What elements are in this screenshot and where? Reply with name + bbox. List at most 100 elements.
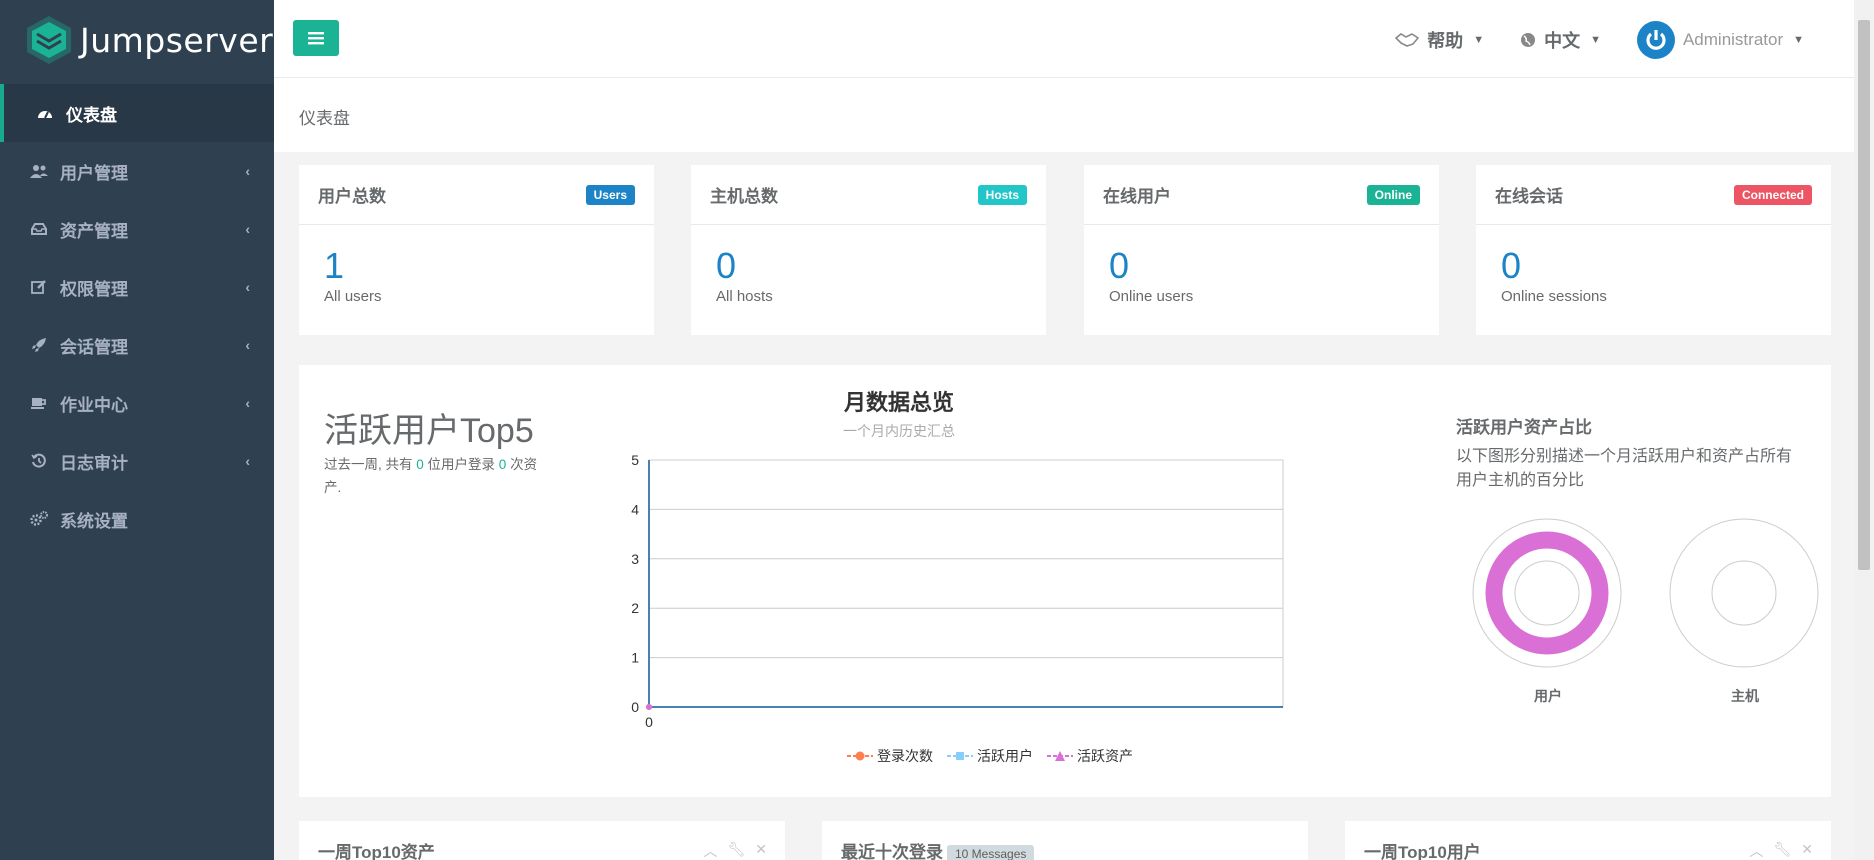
language-label: 中文 xyxy=(1544,31,1581,51)
chevron-left-icon: ‹ xyxy=(245,221,250,237)
card-value: 0 xyxy=(716,245,737,286)
caret-down-icon: ▼ xyxy=(1793,34,1804,46)
logo[interactable]: Jumpserver xyxy=(0,0,274,80)
card-value: 1 xyxy=(324,245,345,286)
desc-text: 过去一周, 共有 xyxy=(324,457,417,472)
username-label: Administrator xyxy=(1682,30,1784,49)
page-scrollbar[interactable] xyxy=(1854,0,1874,860)
sidebar-item-jobs[interactable]: 作业中心 ‹ xyxy=(0,374,274,432)
power-icon xyxy=(1646,30,1666,50)
status-badge: Online xyxy=(1366,184,1420,205)
stat-card-users: 用户总数 Users 1 All users xyxy=(299,165,654,335)
top5-title: 活跃用户Top5 xyxy=(324,412,534,450)
chevron-left-icon: ‹ xyxy=(245,395,250,411)
legend-label: 活跃资产 xyxy=(1077,748,1133,764)
close-icon[interactable]: ✕ xyxy=(755,841,767,860)
legend-label: 登录次数 xyxy=(877,748,933,764)
top-right-menu: 帮助 ▼ 中文 ▼ Administrator ▼ xyxy=(1395,20,1804,60)
scrollbar-thumb[interactable] xyxy=(1858,20,1870,570)
legend-square-icon xyxy=(947,752,973,760)
plot-frame xyxy=(648,459,1284,708)
panel-tools: ︿ 🔧︎ ✕ xyxy=(703,841,767,860)
coffee-icon xyxy=(30,394,48,412)
sidebar-item-audit[interactable]: 日志审计 ‹ xyxy=(0,432,274,490)
host-donut-chart xyxy=(1669,518,1819,668)
ratio-description: 以下图形分别描述一个月活跃用户和资产占所有用户主机的百分比 xyxy=(1456,448,1793,489)
caret-down-icon: ▼ xyxy=(1590,34,1601,46)
legend-item-active-assets[interactable]: 活跃资产 xyxy=(1047,746,1133,766)
overview-panel: 活跃用户Top5 过去一周, 共有 0 位用户登录 0 次资产. 月数据总览 一… xyxy=(299,365,1831,797)
wrench-icon[interactable]: 🔧︎ xyxy=(1773,841,1791,860)
card-subtitle: All hosts xyxy=(716,288,773,305)
card-title: 在线会话 xyxy=(1495,187,1563,206)
sidebar-item-label: 仪表盘 xyxy=(66,105,117,125)
sidebar-item-label: 资产管理 xyxy=(60,221,128,241)
data-point xyxy=(646,704,652,710)
sidebar-item-label: 日志审计 xyxy=(60,453,128,473)
gears-icon xyxy=(30,510,48,528)
sidebar-item-settings[interactable]: 系统设置 xyxy=(0,490,274,548)
legend-triangle-icon xyxy=(1047,751,1073,761)
chevron-left-icon: ‹ xyxy=(245,337,250,353)
top5-description: 过去一周, 共有 0 位用户登录 0 次资产. xyxy=(324,453,539,499)
card-value: 0 xyxy=(1109,245,1130,286)
toggle-sidebar-button[interactable] xyxy=(293,20,339,56)
legend-circle-icon xyxy=(847,751,873,761)
monthly-line-chart: 0 1 2 3 4 5 0 xyxy=(631,452,1284,730)
card-subtitle: All users xyxy=(324,288,382,305)
user-donut-chart xyxy=(1472,518,1622,668)
sidebar-item-permissions[interactable]: 权限管理 ‹ xyxy=(0,258,274,316)
rocket-icon xyxy=(30,336,48,354)
chevron-left-icon: ‹ xyxy=(245,279,250,295)
y-tick-label: 3 xyxy=(631,551,639,567)
legend-item-active-users[interactable]: 活跃用户 xyxy=(947,746,1033,766)
y-tick-label: 2 xyxy=(631,600,639,616)
panel-recent-logins: 最近十次登录 10 Messages xyxy=(822,821,1308,860)
globe-icon xyxy=(1521,33,1536,47)
wrench-icon[interactable]: 🔧︎ xyxy=(727,841,745,860)
status-badge: Hosts xyxy=(977,184,1027,205)
dashboard-icon xyxy=(36,104,54,122)
close-icon[interactable]: ✕ xyxy=(1801,841,1813,860)
user-dropdown[interactable]: Administrator ▼ xyxy=(1636,21,1804,59)
sidebar-item-label: 作业中心 xyxy=(60,395,128,415)
panel-title-group: 最近十次登录 10 Messages xyxy=(841,838,1035,860)
bars-icon xyxy=(308,32,324,45)
sidebar-item-assets[interactable]: 资产管理 ‹ xyxy=(0,200,274,258)
sidebar-item-dashboard[interactable]: 仪表盘 xyxy=(0,84,274,142)
chart-title: 月数据总览 xyxy=(843,390,954,415)
messages-badge: 10 Messages xyxy=(947,844,1035,860)
card-subtitle: Online sessions xyxy=(1501,288,1607,305)
chart-subtitle: 一个月内历史汇总 xyxy=(843,423,955,439)
card-title: 主机总数 xyxy=(710,187,778,206)
collapse-icon[interactable]: ︿ xyxy=(703,841,717,860)
card-title: 用户总数 xyxy=(318,187,386,206)
ratio-title: 活跃用户资产占比 xyxy=(1456,418,1592,437)
x-tick-label: 0 xyxy=(645,714,653,730)
handshake-icon xyxy=(1395,33,1420,47)
legend-item-logins[interactable]: 登录次数 xyxy=(847,746,933,766)
donut-label-users: 用户 xyxy=(1534,688,1562,704)
top-navbar: 帮助 ▼ 中文 ▼ Administrator ▼ xyxy=(274,0,1854,78)
y-tick-label: 1 xyxy=(631,650,639,666)
sidebar-item-users[interactable]: 用户管理 ‹ xyxy=(0,142,274,200)
y-tick-label: 5 xyxy=(631,452,639,468)
sidebar: Jumpserver 仪表盘 用户管理 ‹ 资产管理 ‹ 权限管理 ‹ 会话管理… xyxy=(0,0,274,860)
help-label: 帮助 xyxy=(1427,31,1464,51)
panel-top10-assets: 一周Top10资产 ︿ 🔧︎ ✕ xyxy=(299,821,785,860)
help-dropdown[interactable]: 帮助 ▼ xyxy=(1395,27,1484,53)
caret-down-icon: ▼ xyxy=(1473,34,1485,46)
inbox-icon xyxy=(30,220,48,238)
sidebar-item-sessions[interactable]: 会话管理 ‹ xyxy=(0,316,274,374)
sidebar-item-label: 权限管理 xyxy=(60,279,128,299)
card-value: 0 xyxy=(1501,245,1522,286)
card-subtitle: Online users xyxy=(1109,288,1194,305)
collapse-icon[interactable]: ︿ xyxy=(1749,841,1763,860)
active-users-count: 0 xyxy=(416,457,424,472)
breadcrumb: 仪表盘 xyxy=(299,109,350,128)
chevron-left-icon: ‹ xyxy=(245,453,250,469)
chevron-left-icon: ‹ xyxy=(245,163,250,179)
users-icon xyxy=(30,162,48,180)
panel-top10-users: 一周Top10用户 ︿ 🔧︎ ✕ xyxy=(1345,821,1831,860)
language-dropdown[interactable]: 中文 ▼ xyxy=(1520,27,1601,53)
